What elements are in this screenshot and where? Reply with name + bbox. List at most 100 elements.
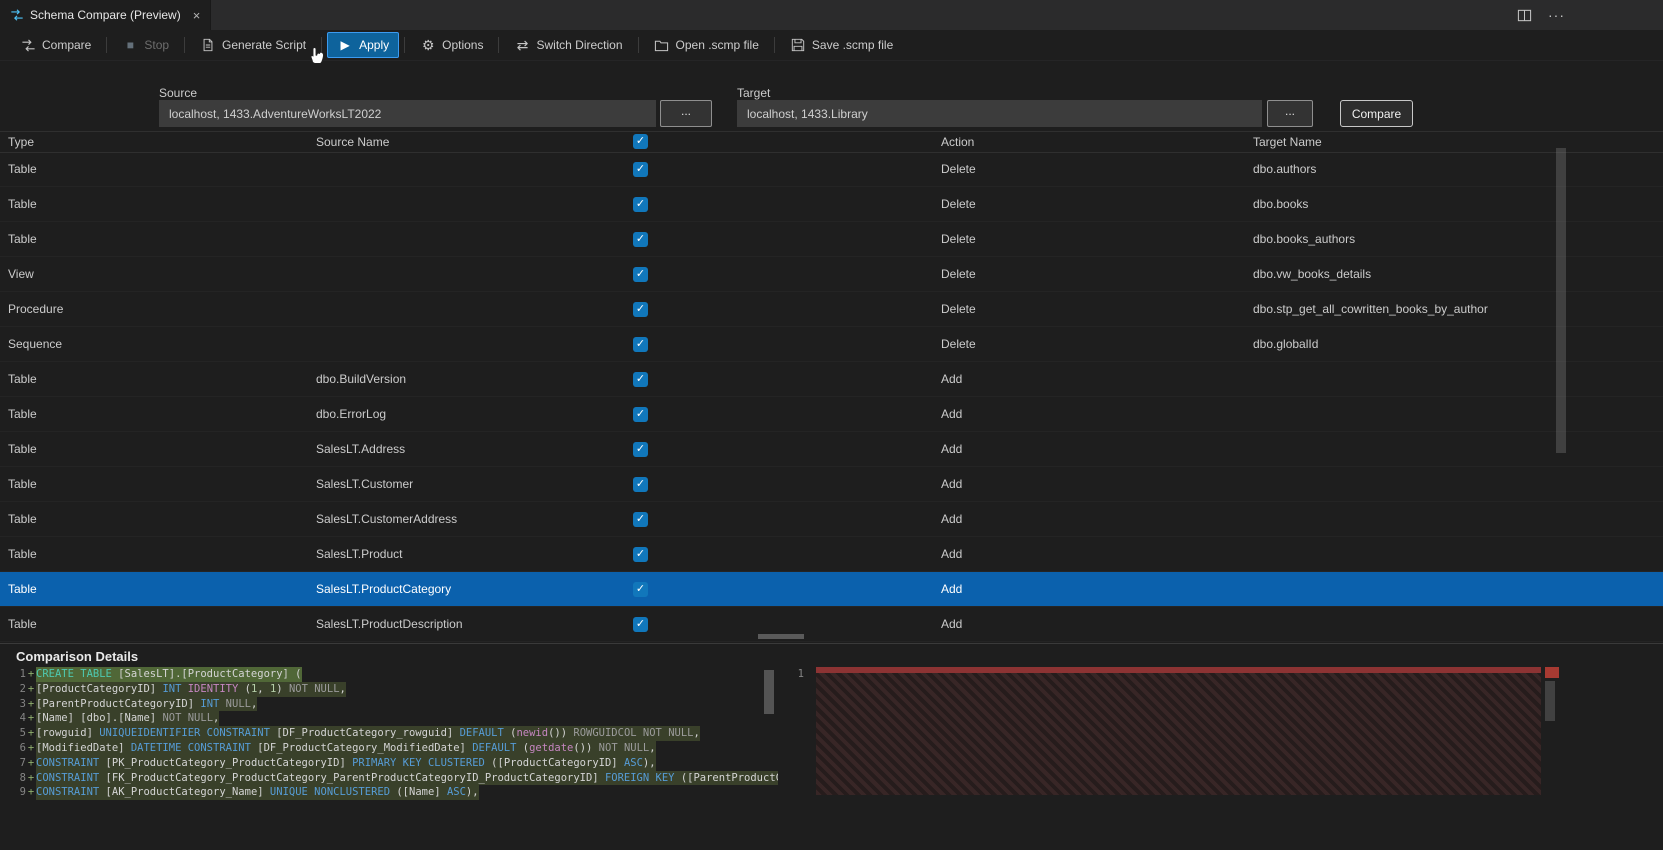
source-browse-button[interactable]: ...	[660, 100, 712, 127]
table-row[interactable]: Table SalesLT.Product ✓ Add	[0, 537, 1663, 572]
row-action: Add	[941, 372, 963, 386]
diff-line: 4 + [Name] [dbo].[Name] NOT NULL,	[19, 711, 220, 727]
target-input[interactable]: localhost, 1433.Library	[737, 100, 1262, 127]
row-type: Table	[8, 582, 37, 596]
row-target-name: dbo.authors	[1253, 162, 1317, 176]
grid-vertical-scrollbar[interactable]	[1556, 134, 1566, 640]
row-include-checkbox[interactable]: ✓	[633, 617, 648, 632]
diff-target-pane[interactable]: 1	[778, 667, 1663, 850]
diff-right-scrollbar-thumb[interactable]	[1545, 681, 1555, 721]
grid-horizontal-scrollbar-thumb[interactable]	[758, 634, 804, 639]
table-row[interactable]: View ✓ Delete dbo.vw_books_details	[0, 257, 1663, 292]
switch-direction-button[interactable]: ⇄ Switch Direction	[504, 32, 632, 58]
toolbar-separator	[773, 37, 775, 53]
row-include-checkbox[interactable]: ✓	[633, 407, 648, 422]
generate-script-button[interactable]: Generate Script	[190, 32, 316, 58]
target-browse-button[interactable]: ...	[1267, 100, 1313, 127]
select-all-checkbox[interactable]: ✓	[633, 134, 648, 149]
diff-line: 6 + [ModifiedDate] DATETIME CONSTRAINT [DF…	[19, 740, 656, 756]
table-row[interactable]: Table SalesLT.Customer ✓ Add	[0, 467, 1663, 502]
row-type: Table	[8, 232, 37, 246]
check-icon: ✓	[635, 583, 646, 595]
row-target-name: dbo.books_authors	[1253, 232, 1356, 246]
check-icon: ✓	[635, 618, 646, 630]
column-type[interactable]: Type	[8, 135, 34, 149]
table-row[interactable]: Table SalesLT.Address ✓ Add	[0, 432, 1663, 467]
open-scmp-button[interactable]: Open .scmp file	[644, 32, 769, 58]
diff-line: 2 + [ProductCategoryID] INT IDENTITY (1, 1…	[19, 681, 346, 697]
table-row[interactable]: Table ✓ Delete dbo.books	[0, 187, 1663, 222]
table-row[interactable]: Table SalesLT.ProductCategory ✓ Add	[0, 572, 1663, 607]
more-actions-icon[interactable]: ···	[1548, 7, 1565, 23]
options-button[interactable]: ⚙ Options	[410, 32, 493, 58]
row-action: Add	[941, 407, 963, 421]
row-include-checkbox[interactable]: ✓	[633, 547, 648, 562]
stop-label: Stop	[144, 38, 170, 52]
diff-line: 3 + [ParentProductCategoryID] INT NULL,	[19, 696, 258, 712]
column-target-name[interactable]: Target Name	[1253, 135, 1322, 149]
table-row[interactable]: Procedure ✓ Delete dbo.stp_get_all_cowritte…	[0, 292, 1663, 327]
diff-source-pane[interactable]: 1 + CREATE TABLE [SalesLT].[ProductCategor…	[0, 667, 778, 850]
apply-label: Apply	[359, 38, 390, 52]
compare-button[interactable]: Compare	[10, 32, 101, 58]
row-source-name: SalesLT.Product	[316, 547, 403, 561]
diff-empty-region	[816, 667, 1541, 795]
toolbar-separator	[404, 37, 406, 53]
row-include-checkbox[interactable]: ✓	[633, 372, 648, 387]
tab-schema-compare[interactable]: Schema Compare (Preview) ×	[0, 0, 212, 30]
check-icon: ✓	[635, 198, 646, 210]
diff-left-scrollbar-thumb[interactable]	[764, 670, 774, 714]
apply-button[interactable]: ▶ Apply	[327, 32, 400, 58]
grid-scrollbar-thumb[interactable]	[1556, 148, 1566, 453]
table-row[interactable]: Table dbo.ErrorLog ✓ Add	[0, 397, 1663, 432]
generate-script-label: Generate Script	[222, 38, 307, 52]
column-source-name[interactable]: Source Name	[316, 135, 389, 149]
row-include-checkbox[interactable]: ✓	[633, 442, 648, 457]
diff-line: 8 + CONSTRAINT [FK_ProductCategory_Product…	[0, 770, 778, 786]
tab-title: Schema Compare (Preview)	[30, 8, 181, 22]
row-include-checkbox[interactable]: ✓	[633, 197, 648, 212]
split-editor-icon[interactable]	[1517, 8, 1532, 23]
row-action: Delete	[941, 267, 976, 281]
row-source-name: SalesLT.Address	[316, 442, 406, 456]
row-action: Delete	[941, 197, 976, 211]
save-scmp-button[interactable]: Save .scmp file	[780, 32, 903, 58]
row-action: Add	[941, 477, 963, 491]
table-row[interactable]: Table ✓ Delete dbo.authors	[0, 152, 1663, 187]
switch-direction-icon: ⇄	[516, 37, 529, 53]
row-include-checkbox[interactable]: ✓	[633, 267, 648, 282]
row-include-checkbox[interactable]: ✓	[633, 302, 648, 317]
row-include-checkbox[interactable]: ✓	[633, 582, 648, 597]
source-input[interactable]: localhost, 1433.AdventureWorksLT2022	[159, 100, 656, 127]
check-icon: ✓	[635, 513, 646, 525]
row-include-checkbox[interactable]: ✓	[633, 512, 648, 527]
table-row[interactable]: Table ✓ Delete dbo.books_authors	[0, 222, 1663, 257]
table-row[interactable]: Table SalesLT.CustomerAddress ✓ Add	[0, 502, 1663, 537]
diff-right-line-number: 1	[797, 668, 804, 680]
row-include-checkbox[interactable]: ✓	[633, 232, 648, 247]
comparison-details-header: Comparison Details	[0, 643, 1663, 668]
row-include-checkbox[interactable]: ✓	[633, 477, 648, 492]
row-source-name: dbo.ErrorLog	[316, 407, 387, 421]
row-type: Table	[8, 512, 37, 526]
row-source-name: dbo.BuildVersion	[316, 372, 407, 386]
stop-button[interactable]: ■ Stop	[112, 32, 179, 58]
table-row[interactable]: Table SalesLT.ProductDescription ✓ Add	[0, 607, 1663, 642]
check-icon: ✓	[635, 478, 646, 490]
row-include-checkbox[interactable]: ✓	[633, 337, 648, 352]
diff-line: 1 + CREATE TABLE [SalesLT].[ProductCategor…	[19, 667, 302, 682]
row-action: Delete	[941, 232, 976, 246]
close-tab-icon[interactable]: ×	[193, 9, 201, 22]
folder-open-icon	[654, 37, 670, 53]
gear-icon: ⚙	[421, 37, 435, 53]
toolbar: Compare ■ Stop Generate Script ▶ Apply ⚙…	[0, 30, 1663, 61]
schema-compare-window: { "tab": { "title": "Schema Compare (Pre…	[0, 0, 1663, 850]
check-icon: ✓	[635, 443, 646, 455]
column-action[interactable]: Action	[941, 135, 974, 149]
table-row[interactable]: Sequence ✓ Delete dbo.globalId	[0, 327, 1663, 362]
table-row[interactable]: Table dbo.BuildVersion ✓ Add	[0, 362, 1663, 397]
check-icon: ✓	[635, 268, 646, 280]
row-include-checkbox[interactable]: ✓	[633, 162, 648, 177]
check-icon: ✓	[635, 233, 646, 245]
compare-action-button[interactable]: Compare	[1340, 100, 1413, 127]
